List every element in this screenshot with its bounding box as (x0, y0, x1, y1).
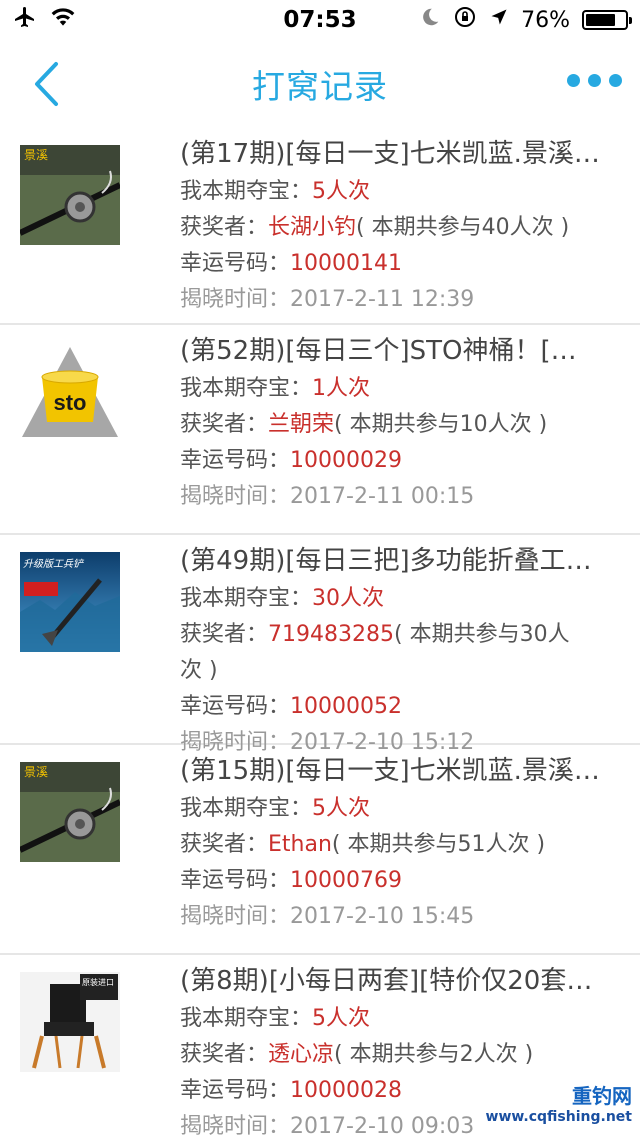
participants-count: ( 本期共参与2人次 ) (334, 1042, 533, 1067)
record-title: (第52期)[每日三个]STO神桶！[… (180, 331, 620, 371)
record-title: (第8期)[小每日两套][特价仅20套… (180, 961, 620, 1001)
status-bar: 07:53 76% (0, 0, 640, 40)
record-info: (第49期)[每日三把]多功能折叠工… 我本期夺宝：30人次 获奖者：71948… (180, 541, 620, 761)
my-bets-label: 我本期夺宝： (180, 796, 312, 821)
battery-icon (582, 10, 628, 30)
my-bets-label: 我本期夺宝： (180, 179, 312, 204)
wifi-icon (50, 6, 76, 34)
participants-count-cont: 次 ) (180, 658, 218, 683)
product-thumbnail: sto (20, 342, 120, 442)
record-info: (第15期)[每日一支]七米凯蓝.景溪… 我本期夺宝：5人次 获奖者：Ethan… (180, 751, 620, 935)
reveal-time-value: 2017-2-11 12:39 (290, 287, 474, 312)
more-dot-icon (567, 74, 580, 87)
record-info: (第52期)[每日三个]STO神桶！[… 我本期夺宝：1人次 获奖者：兰朝荣( … (180, 331, 620, 515)
winner-name: 719483285 (268, 622, 394, 647)
lucky-number-value: 10000052 (290, 694, 402, 719)
my-bets-value: 30人次 (312, 586, 384, 611)
winner-label: 获奖者： (180, 622, 268, 647)
winner-name: 兰朝荣 (268, 412, 334, 437)
my-bets-label: 我本期夺宝： (180, 376, 312, 401)
battery-percent: 76% (521, 8, 570, 33)
watermark: 重钓网 www.cqfishing.net (472, 1080, 632, 1128)
lucky-number-label: 幸运号码： (180, 251, 290, 276)
list-item[interactable]: sto (第52期)[每日三个]STO神桶！[… 我本期夺宝：1人次 获奖者：兰… (0, 325, 640, 535)
participants-count: ( 本期共参与30人 (394, 622, 570, 647)
my-bets-label: 我本期夺宝： (180, 586, 312, 611)
more-dot-icon (609, 74, 622, 87)
location-arrow-icon (489, 7, 509, 33)
my-bets-value: 5人次 (312, 1006, 370, 1031)
record-title: (第49期)[每日三把]多功能折叠工… (180, 541, 620, 581)
status-left (12, 5, 76, 35)
my-bets-value: 1人次 (312, 376, 370, 401)
winner-name: Ethan (268, 832, 332, 857)
my-bets-value: 5人次 (312, 179, 370, 204)
reveal-time-label: 揭晓时间： (180, 287, 290, 312)
winner-label: 获奖者： (180, 832, 268, 857)
lucky-number-value: 10000769 (290, 868, 402, 893)
chevron-left-icon (32, 61, 60, 107)
reveal-time-value: 2017-2-10 09:03 (290, 1114, 474, 1139)
winner-name: 长湖小钓 (268, 215, 356, 240)
status-right: 76% (419, 5, 628, 35)
product-thumbnail: 景溪 (20, 145, 120, 245)
more-dot-icon (588, 74, 601, 87)
back-button[interactable] (26, 60, 66, 108)
participants-count: ( 本期共参与40人次 ) (356, 215, 569, 240)
lucky-number-value: 10000029 (290, 448, 402, 473)
lucky-number-label: 幸运号码： (180, 694, 290, 719)
winner-label: 获奖者： (180, 215, 268, 240)
record-title: (第17期)[每日一支]七米凯蓝.景溪… (180, 134, 620, 174)
reveal-time-value: 2017-2-11 00:15 (290, 484, 474, 509)
thumb-brand: 景溪 (24, 148, 48, 162)
moon-icon (419, 6, 441, 34)
thumb-brand: 升级版工兵铲 (23, 558, 85, 570)
product-thumbnail: 升级版工兵铲 (20, 552, 120, 652)
thumb-brand: sto (54, 390, 87, 415)
reveal-time-value: 2017-2-10 15:45 (290, 904, 474, 929)
lucky-number-value: 10000141 (290, 251, 402, 276)
nav-bar: 打窝记录 (0, 40, 640, 128)
participants-count: ( 本期共参与10人次 ) (334, 412, 547, 437)
rotation-lock-icon (453, 5, 477, 35)
airplane-icon (12, 5, 38, 35)
thumb-brand: 景溪 (24, 765, 48, 779)
lucky-number-label: 幸运号码： (180, 448, 290, 473)
record-info: (第17期)[每日一支]七米凯蓝.景溪… 我本期夺宝：5人次 获奖者：长湖小钓(… (180, 134, 620, 318)
winner-label: 获奖者： (180, 412, 268, 437)
record-title: (第15期)[每日一支]七米凯蓝.景溪… (180, 751, 620, 791)
page-title: 打窝记录 (252, 60, 388, 108)
winner-label: 获奖者： (180, 1042, 268, 1067)
record-list: 景溪 (第17期)[每日一支]七米凯蓝.景溪… 我本期夺宝：5人次 获奖者：长湖… (0, 128, 640, 1136)
product-thumbnail: 景溪 (20, 762, 120, 862)
watermark-url: www.cqfishing.net (472, 1109, 632, 1125)
list-item[interactable]: 升级版工兵铲 (第49期)[每日三把]多功能折叠工… 我本期夺宝：30人次 获奖… (0, 535, 640, 745)
lucky-number-value: 10000028 (290, 1078, 402, 1103)
list-item[interactable]: 景溪 (第17期)[每日一支]七米凯蓝.景溪… 我本期夺宝：5人次 获奖者：长湖… (0, 128, 640, 325)
lucky-number-label: 幸运号码： (180, 1078, 290, 1103)
my-bets-value: 5人次 (312, 796, 370, 821)
reveal-time-label: 揭晓时间： (180, 904, 290, 929)
list-item[interactable]: 景溪 (第15期)[每日一支]七米凯蓝.景溪… 我本期夺宝：5人次 获奖者：Et… (0, 745, 640, 955)
product-thumbnail: 原装进口 (20, 972, 120, 1072)
reveal-time-label: 揭晓时间： (180, 484, 290, 509)
more-button[interactable] (567, 74, 622, 87)
my-bets-label: 我本期夺宝： (180, 1006, 312, 1031)
lucky-number-label: 幸运号码： (180, 868, 290, 893)
winner-name: 透心凉 (268, 1042, 334, 1067)
participants-count: ( 本期共参与51人次 ) (332, 832, 545, 857)
reveal-time-label: 揭晓时间： (180, 1114, 290, 1139)
watermark-brand: 重钓网 (472, 1080, 632, 1109)
thumb-brand: 原装进口 (82, 977, 114, 987)
